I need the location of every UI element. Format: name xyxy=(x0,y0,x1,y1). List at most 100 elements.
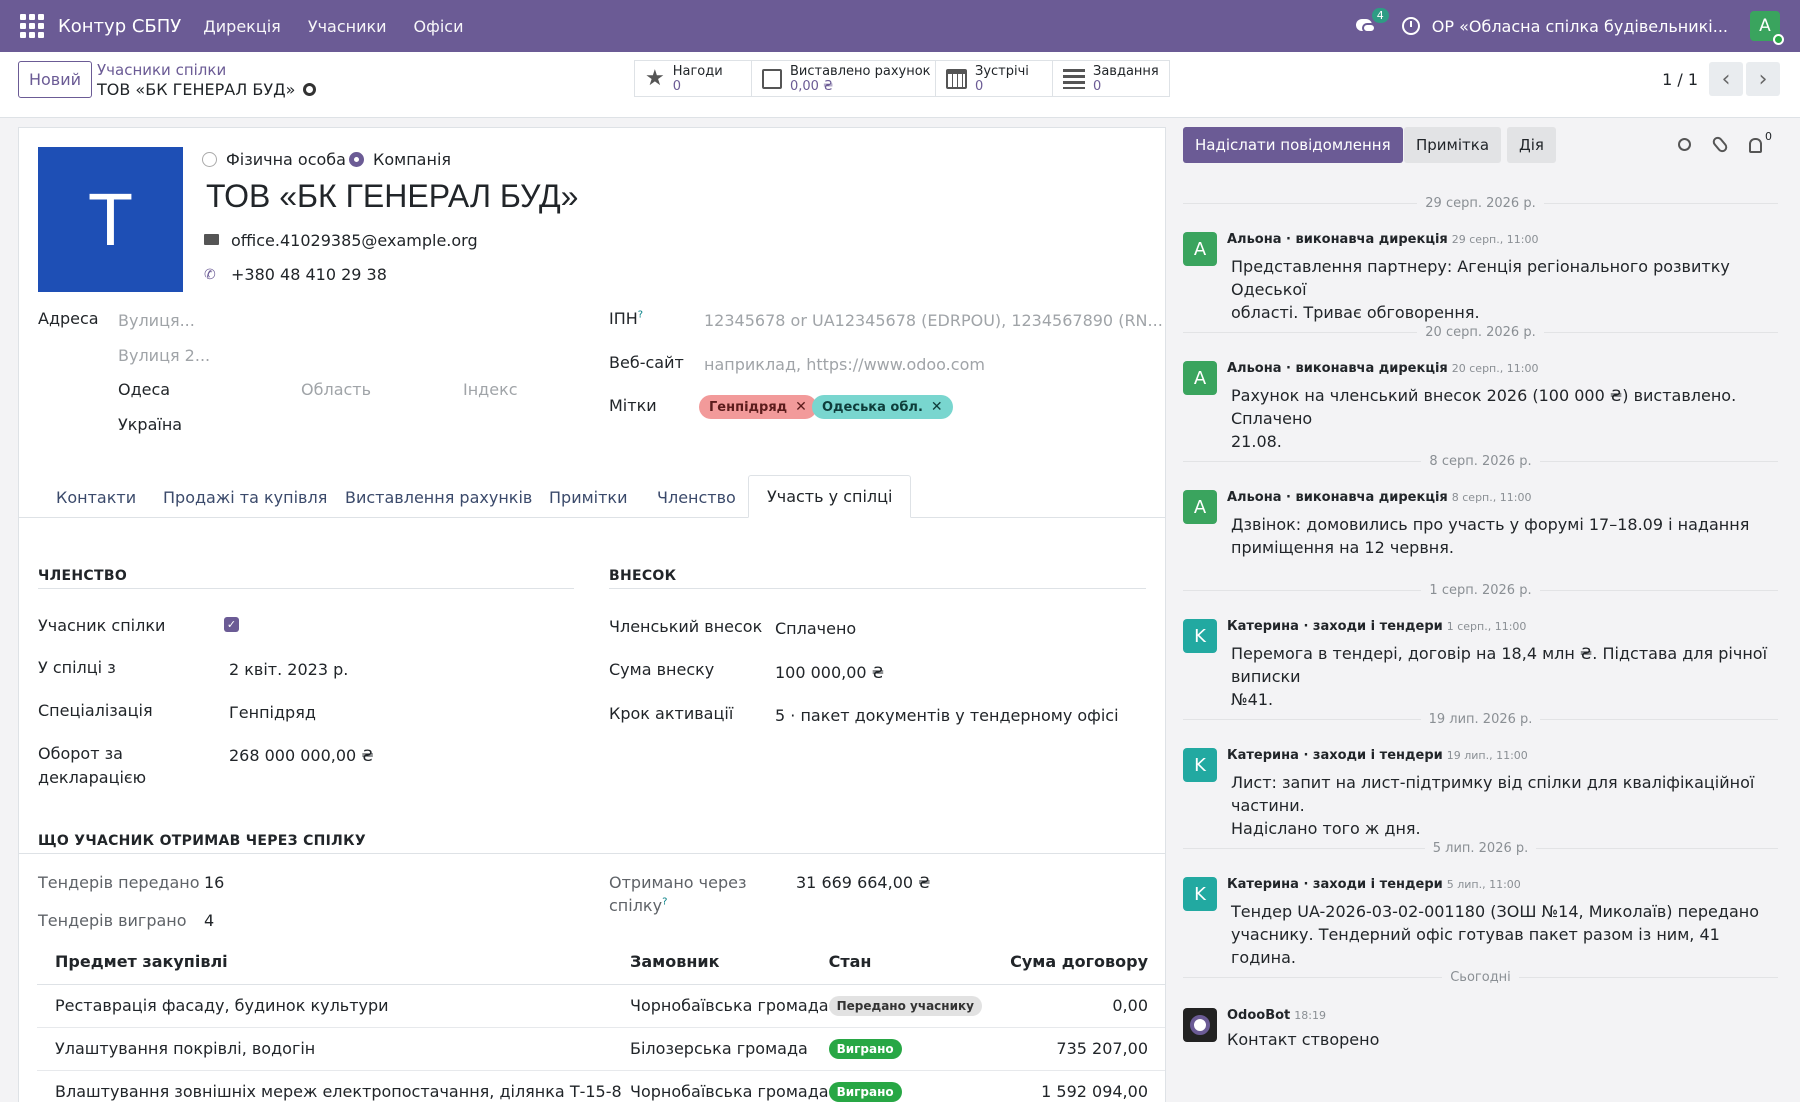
send-message-button[interactable]: Надіслати повідомлення xyxy=(1183,127,1403,163)
date-separator-label: 20 серп. 2026 р. xyxy=(1425,325,1536,340)
app-brand[interactable]: Контур СБПУ xyxy=(58,16,181,37)
pager-previous-button[interactable]: ‹ xyxy=(1709,62,1743,96)
menu-members[interactable]: Учасники xyxy=(308,17,387,36)
col-state[interactable]: Стан xyxy=(828,940,989,985)
city-input[interactable]: Одеса xyxy=(118,380,170,399)
partner-name-field[interactable]: ТОВ «БК ГЕНЕРАЛ БУД» xyxy=(206,178,578,215)
activity-clock-icon[interactable] xyxy=(1401,17,1420,35)
pager-next-button[interactable]: › xyxy=(1746,62,1780,96)
log-note-button[interactable]: Примітка xyxy=(1404,127,1502,163)
message-author-name[interactable]: OdooBot xyxy=(1227,1008,1290,1023)
section-divider xyxy=(38,588,574,589)
table-header-row: Предмет закупівлі Замовник Стан Сума дог… xyxy=(37,940,1165,985)
street-input[interactable]: Вулиця... xyxy=(118,311,195,330)
radio-individual[interactable]: Фізична особа xyxy=(202,150,346,169)
website-label: Веб-сайт xyxy=(609,353,684,372)
remove-tag-icon[interactable]: ✕ xyxy=(795,399,807,415)
via-help-icon[interactable]: ? xyxy=(662,897,667,908)
message-avatar[interactable]: K xyxy=(1183,877,1217,911)
message-avatar[interactable]: K xyxy=(1183,619,1217,653)
activity-button[interactable]: Дія xyxy=(1507,127,1556,163)
message-line: учаснику. Тендерний офіс готував пакет р… xyxy=(1231,925,1720,967)
table-row[interactable]: Реставрація фасаду, будинок культури Чор… xyxy=(37,984,1165,1028)
step-value[interactable]: 5 · пакет документів у тендерному офісі xyxy=(775,706,1119,725)
message-author-name[interactable]: Катерина · заходи і тендери xyxy=(1227,877,1443,892)
message-avatar[interactable]: A xyxy=(1183,490,1217,524)
smart-button-meetings[interactable]: Зустрічі 0 xyxy=(935,60,1053,97)
message-line: Тендер UA-2026-03-02-001180 (ЗОШ №14, Ми… xyxy=(1231,902,1759,921)
message-line: приміщення на 12 червня. xyxy=(1231,538,1454,557)
tag-genpidriad[interactable]: Генпідряд ✕ xyxy=(699,395,817,419)
tab-invoicing[interactable]: Виставлення рахунків xyxy=(345,488,532,507)
col-customer[interactable]: Замовник xyxy=(630,940,829,985)
tab-membership[interactable]: Членство xyxy=(657,488,736,507)
address-label: Адреса xyxy=(38,309,99,328)
status-badge: Передано учаснику xyxy=(828,996,982,1016)
fee-value[interactable]: Сплачено xyxy=(775,619,856,638)
message-author-name[interactable]: Альона · виконавча дирекція xyxy=(1227,490,1448,505)
message-author-name[interactable]: Катерина · заходи і тендери xyxy=(1227,748,1443,763)
message-author-name[interactable]: Альона · виконавча дирекція xyxy=(1227,361,1448,376)
message-avatar[interactable]: A xyxy=(1183,361,1217,395)
cell-state: Передано учаснику xyxy=(828,984,989,1028)
col-subject[interactable]: Предмет закупівлі xyxy=(37,940,630,985)
phone-field[interactable]: ✆ +380 48 410 29 38 xyxy=(204,265,387,284)
street2-input[interactable]: Вулиця 2... xyxy=(118,346,210,365)
smart-button-invoiced[interactable]: Виставлено рахунок 0,00 ₴ xyxy=(751,60,936,97)
message-avatar[interactable]: K xyxy=(1183,748,1217,782)
vat-help-icon[interactable]: ? xyxy=(638,310,643,321)
member-checkbox[interactable]: ✓ xyxy=(224,617,239,632)
tab-sales-purchase[interactable]: Продажі та купівля xyxy=(163,488,327,507)
notebook-tabs: Контакти Продажі та купівля Виставлення … xyxy=(19,475,1165,518)
menu-directorate[interactable]: Дирекція xyxy=(203,17,281,36)
since-value[interactable]: 2 квіт. 2023 р. xyxy=(229,660,348,679)
smart-button-opportunities[interactable]: ★ Нагоди 0 xyxy=(634,60,752,97)
col-amount[interactable]: Сума договору xyxy=(988,940,1165,985)
chevron-right-icon: › xyxy=(1758,66,1768,92)
message-author-name[interactable]: Катерина · заходи і тендери xyxy=(1227,619,1443,634)
tab-notes[interactable]: Примітки xyxy=(549,488,627,507)
message-avatar[interactable]: A xyxy=(1183,232,1217,266)
table-row[interactable]: Улаштування покрівлі, водогін Білозерськ… xyxy=(37,1027,1165,1071)
search-icon[interactable] xyxy=(1678,138,1691,151)
email-field[interactable]: office.41029385@example.org xyxy=(204,231,478,250)
breadcrumb-parent[interactable]: Учасники спілки xyxy=(97,61,226,79)
tab-contacts[interactable]: Контакти xyxy=(56,488,136,507)
spec-value[interactable]: Генпідряд xyxy=(229,703,316,722)
company-switcher[interactable]: ОР «Обласна спілка будівельникі... xyxy=(1432,17,1728,36)
pager-value[interactable]: 1 / 1 xyxy=(1662,70,1698,89)
odoobot-avatar[interactable] xyxy=(1183,1008,1217,1042)
tags-label: Мітки xyxy=(609,396,657,415)
table-row[interactable]: Влаштування зовнішніх мереж електропоста… xyxy=(37,1070,1165,1102)
radio-circle xyxy=(202,152,217,167)
partner-avatar[interactable]: T xyxy=(38,147,183,292)
apps-menu-icon[interactable] xyxy=(20,14,44,38)
remove-tag-icon[interactable]: ✕ xyxy=(931,399,943,415)
messaging-badge: 4 xyxy=(1371,8,1389,23)
passed-label: Тендерів передано xyxy=(38,873,200,892)
via-label-2: спілку? xyxy=(609,896,667,915)
turnover-value[interactable]: 268 000 000,00 ₴ xyxy=(229,746,374,765)
country-input[interactable]: Україна xyxy=(118,415,182,434)
user-avatar[interactable]: A xyxy=(1750,11,1784,45)
tag-odeska[interactable]: Одеська обл. ✕ xyxy=(812,395,953,419)
message-author: Катерина · заходи і тендери 5 лип., 11:00 xyxy=(1227,877,1521,892)
message-author-name[interactable]: Альона · виконавча дирекція xyxy=(1227,232,1448,247)
message-time: 20 серп., 11:00 xyxy=(1451,362,1539,375)
messaging-icon[interactable]: 4 xyxy=(1355,8,1389,35)
smart-button-tasks[interactable]: Завдання 0 xyxy=(1052,60,1170,97)
tab-union-participation[interactable]: Участь у спілці xyxy=(748,475,912,518)
amount-value[interactable]: 100 000,00 ₴ xyxy=(775,663,884,682)
gear-icon[interactable] xyxy=(303,83,317,96)
new-button[interactable]: Новий xyxy=(18,61,92,98)
vat-input[interactable]: 12345678 or UA12345678 (EDRPOU), 1234567… xyxy=(704,311,1163,330)
date-separator: 19 лип. 2026 р. xyxy=(1183,712,1778,727)
state-input[interactable]: Область xyxy=(301,380,371,399)
followers-icon[interactable] xyxy=(1749,138,1762,153)
message-line: Рахунок на членський внесок 2026 (100 00… xyxy=(1231,386,1737,428)
website-input[interactable]: наприклад, https://www.odoo.com xyxy=(704,355,985,374)
radio-company[interactable]: Компанія xyxy=(349,150,451,169)
zip-input[interactable]: Індекс xyxy=(463,380,518,399)
paperclip-icon[interactable] xyxy=(1710,134,1730,155)
menu-offices[interactable]: Офіси xyxy=(414,17,464,36)
